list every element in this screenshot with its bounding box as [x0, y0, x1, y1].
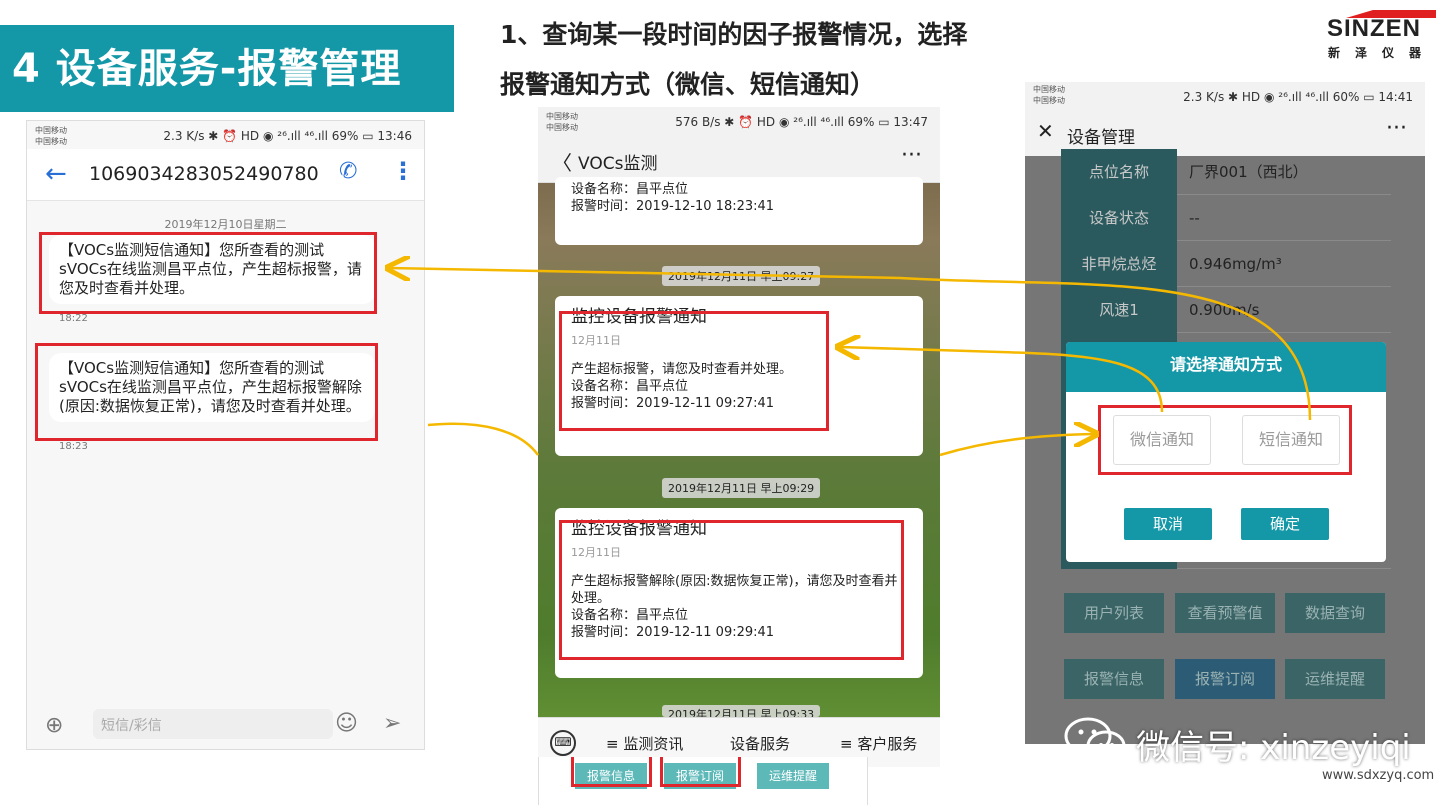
page-title: 设备管理 [1067, 128, 1135, 148]
notification-method-dialog: 请选择通知方式 微信通知 短信通知 取消 确定 [1066, 342, 1386, 562]
row-label: 设备状态 [1061, 195, 1177, 241]
sms-input-field[interactable]: 短信/彩信 [93, 709, 333, 739]
heading-line-2: 报警通知方式（微信、短信通知） [500, 70, 876, 99]
alert-card-partial[interactable]: 设备名称：昌平点位 报警时间：2019-12-10 18:23:41 [555, 177, 923, 245]
data-query-button[interactable]: 数据查询 [1285, 593, 1385, 633]
watermark-text: 微信号: xinzeyiqi [1136, 728, 1411, 768]
highlight-box [1098, 405, 1352, 475]
connector-curve [427, 422, 540, 456]
dialog-title: 请选择通知方式 [1066, 342, 1386, 392]
more-options-icon[interactable]: ··· [901, 143, 922, 168]
user-list-button[interactable]: 用户列表 [1064, 593, 1164, 633]
menu-popup-partial: 报警信息 报警订阅 运维提醒 [538, 757, 868, 805]
status-bar: 中国移动 中国移动 2.3 K/s ✱ ⏰ HD ◉ ²⁶.ıll ⁴⁶.ıll… [27, 121, 424, 149]
chat-timestamp: 2019年12月11日 早上09:29 [662, 478, 821, 498]
wechat-phone-screenshot: 中国移动 中国移动 576 B/s ✱ ⏰ HD ◉ ²⁶.ıll ⁴⁶.ıll… [538, 107, 940, 767]
card-device: 设备名称：昌平点位 [571, 182, 689, 197]
chat-timestamp: 2019年12月11日 早上09:27 [662, 266, 821, 286]
row-label: 非甲烷总烃 [1061, 241, 1177, 287]
info-row: 设备状态 -- [1061, 195, 1391, 241]
alarm-subscribe-button[interactable]: 报警订阅 [1175, 659, 1275, 699]
card-time: 报警时间：2019-12-10 18:23:41 [571, 199, 775, 214]
status-bar: 中国移动 中国移动 2.3 K/s ✱ HD ◉ ²⁶.ıll ⁴⁶.ıll 6… [1025, 82, 1425, 110]
sms-time: 18:23 [59, 441, 88, 452]
close-icon[interactable]: ✕ [1037, 119, 1054, 143]
info-row: 点位名称 厂界001（西北） [1061, 149, 1391, 195]
message-date: 2019年12月10日星期二 [164, 218, 287, 231]
back-arrow-icon[interactable]: ← [45, 159, 67, 189]
sms-header: ← 1069034283052490780 ✆ ⋮ [27, 149, 424, 201]
chat-title: VOCs监测 [578, 154, 658, 174]
highlight-box [571, 757, 652, 787]
sms-input-bar: ⊕ 短信/彩信 ☺ ➢ [27, 701, 424, 749]
phone-call-icon[interactable]: ✆ [339, 159, 357, 184]
more-options-icon[interactable]: ⋮ [391, 157, 415, 185]
info-row: 风速1 0.900m/s [1061, 287, 1391, 333]
keyboard-icon[interactable]: ⌨ [550, 730, 576, 756]
status-indicators: 576 B/s ✱ ⏰ HD ◉ ²⁶.ıll ⁴⁶.ıll 69% ▭ 13:… [675, 115, 928, 129]
more-options-icon[interactable]: ··· [1386, 116, 1407, 141]
info-row: 非甲烷总烃 0.946mg/m³ [1061, 241, 1391, 287]
website-url: www.sdxzyq.com [1322, 768, 1435, 783]
heading-line-1: 1、查询某一段时间的因子报警情况，选择 [500, 20, 968, 49]
slide-title: 4 设备服务-报警管理 [12, 46, 402, 92]
emoji-icon[interactable]: ☺ [335, 711, 358, 736]
add-attachment-icon[interactable]: ⊕ [45, 713, 63, 738]
tab-customer-service[interactable]: ≡ 客户服务 [840, 733, 917, 754]
row-label: 点位名称 [1061, 149, 1177, 195]
row-value: -- [1189, 209, 1200, 227]
send-icon[interactable]: ➢ [383, 711, 401, 736]
sms-phone-screenshot: 中国移动 中国移动 2.3 K/s ✱ ⏰ HD ◉ ²⁶.ıll ⁴⁶.ıll… [26, 120, 425, 750]
highlight-box [39, 232, 377, 314]
logo-name: SINZEN [1327, 15, 1422, 42]
cancel-button[interactable]: 取消 [1124, 508, 1212, 540]
sms-time: 18:22 [59, 313, 88, 324]
maintenance-reminder-button[interactable]: 运维提醒 [757, 763, 829, 789]
tab-monitoring-news[interactable]: ≡ 监测资讯 [606, 733, 683, 754]
status-indicators: 2.3 K/s ✱ ⏰ HD ◉ ²⁶.ıll ⁴⁶.ıll 69% ▭ 13:… [163, 129, 412, 143]
tab-device-service[interactable]: 设备服务 [730, 733, 790, 754]
carrier-label: 中国移动 中国移动 [1033, 85, 1065, 105]
view-warning-button[interactable]: 查看预警值 [1175, 593, 1275, 633]
back-chevron-icon[interactable]: 〈 [552, 147, 572, 176]
device-mgmt-phone-screenshot: 中国移动 中国移动 2.3 K/s ✱ HD ◉ ²⁶.ıll ⁴⁶.ıll 6… [1025, 82, 1425, 744]
row-value: 厂界001（西北） [1189, 163, 1308, 181]
status-indicators: 2.3 K/s ✱ HD ◉ ²⁶.ıll ⁴⁶.ıll 60% ▭ 14:41 [1183, 90, 1413, 104]
status-bar: 中国移动 中国移动 576 B/s ✱ ⏰ HD ◉ ²⁶.ıll ⁴⁶.ıll… [538, 107, 940, 137]
maintenance-reminder-button[interactable]: 运维提醒 [1285, 659, 1385, 699]
highlight-box [35, 343, 378, 441]
confirm-button[interactable]: 确定 [1241, 508, 1329, 540]
row-label: 风速1 [1061, 287, 1177, 333]
highlight-box [559, 520, 904, 660]
highlight-box [559, 311, 829, 431]
wechat-logo-icon [1064, 717, 1126, 762]
row-value: 0.946mg/m³ [1189, 255, 1282, 273]
chat-timestamp: 2019年12月11日 早上09:33 [662, 705, 821, 717]
row-value: 0.900m/s [1189, 301, 1260, 319]
sender-number: 1069034283052490780 [89, 163, 319, 185]
logo-subtitle: 新泽仪器 [1328, 46, 1437, 60]
alarm-info-button[interactable]: 报警信息 [1064, 659, 1164, 699]
carrier-label: 中国移动 中国移动 [546, 112, 578, 132]
highlight-box [660, 757, 741, 787]
carrier-label: 中国移动 中国移动 [35, 126, 67, 146]
